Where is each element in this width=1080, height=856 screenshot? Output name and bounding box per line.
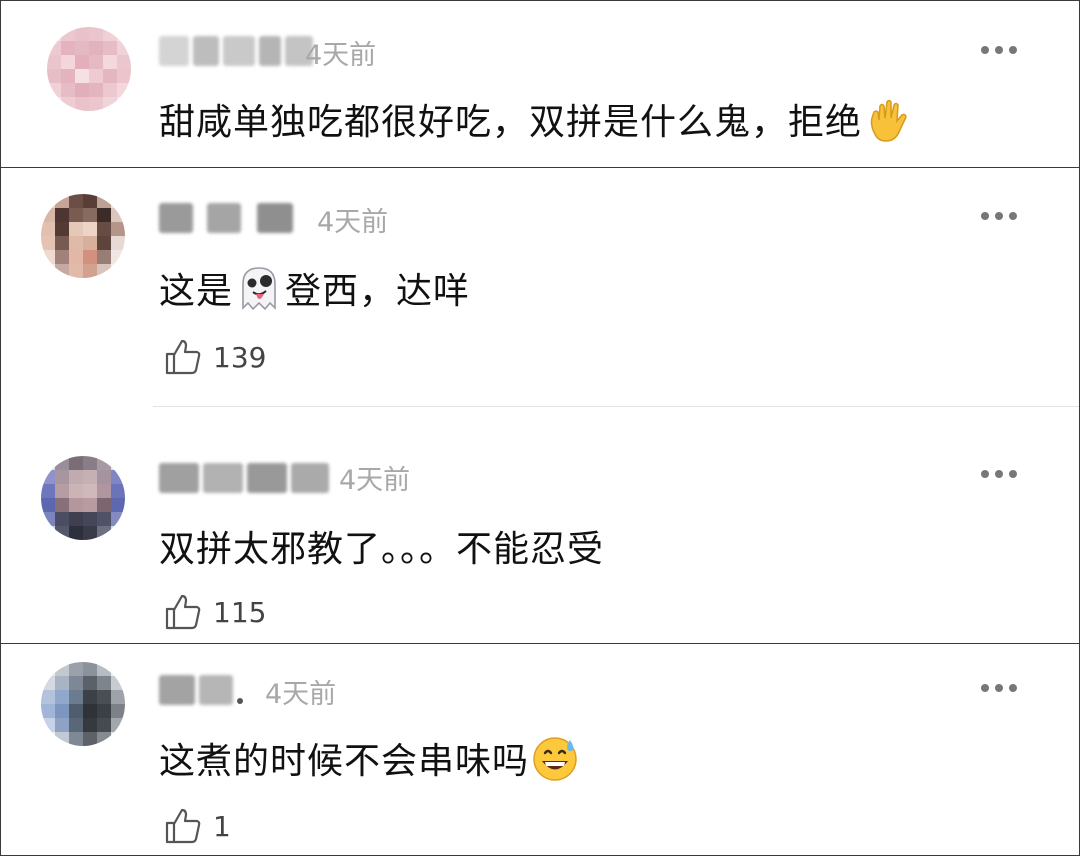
like-button[interactable]: 1 — [163, 806, 231, 846]
comment-item-4: 4天前 这煮的时候不会串味吗 1 — [1, 644, 1079, 855]
more-options-icon[interactable] — [981, 470, 1017, 478]
grinning-sweat-emoji-icon — [529, 734, 581, 793]
like-count: 139 — [213, 340, 267, 374]
comment-feed: 4天前 甜咸单独吃都很好吃，双拼是什么鬼，拒绝 4天前 这是 登西，达咩 139… — [0, 0, 1080, 856]
more-options-icon[interactable] — [981, 684, 1017, 692]
comment-item-3: 4天前 双拼太邪教了。。。不能忍受 115 — [1, 406, 1079, 643]
comment-time: 4天前 — [305, 40, 377, 71]
comment-text-body: 甜咸单独吃都很好吃，双拼是什么鬼，拒绝 — [159, 102, 863, 143]
like-count: 1 — [213, 809, 231, 843]
avatar[interactable] — [41, 194, 125, 278]
avatar[interactable] — [41, 662, 125, 746]
avatar[interactable] — [41, 456, 125, 540]
comment-time: 4天前 — [317, 207, 389, 238]
comment-panel-2: 4天前 这是 登西，达咩 139 4天前 双拼太邪教了。。。不能忍受 115 — [0, 167, 1080, 644]
like-count: 115 — [213, 595, 267, 629]
comment-text: 这煮的时候不会串味吗 — [159, 732, 581, 793]
raised-hand-emoji-icon — [862, 96, 914, 153]
comment-panel-3: 4天前 这煮的时候不会串味吗 1 — [0, 643, 1080, 856]
comment-text: 这是 登西，达咩 — [159, 262, 470, 323]
thumbs-up-icon — [165, 594, 201, 630]
more-options-icon[interactable] — [981, 212, 1017, 220]
like-button[interactable]: 139 — [163, 337, 266, 377]
like-button[interactable]: 115 — [163, 592, 266, 632]
more-options-icon[interactable] — [981, 46, 1017, 54]
username-blurred[interactable] — [159, 33, 313, 69]
comment-panel-1: 4天前 甜咸单独吃都很好吃，双拼是什么鬼，拒绝 — [0, 0, 1080, 168]
avatar[interactable] — [47, 27, 131, 111]
comment-text-before: 这是 — [159, 271, 234, 312]
thumbs-up-icon — [165, 339, 201, 375]
comment-text-body: 这煮的时候不会串味吗 — [159, 741, 530, 782]
comment-item-1: 4天前 甜咸单独吃都很好吃，双拼是什么鬼，拒绝 — [1, 1, 1079, 167]
thumbs-up-icon — [165, 808, 201, 844]
comment-text-after: 登西，达咩 — [285, 271, 471, 312]
comment-text: 甜咸单独吃都很好吃，双拼是什么鬼，拒绝 — [159, 93, 914, 153]
username-blurred[interactable] — [159, 672, 243, 708]
comment-time: 4天前 — [339, 465, 411, 496]
username-blurred[interactable] — [159, 200, 293, 236]
comment-text: 双拼太邪教了。。。不能忍受 — [159, 529, 605, 570]
username-blurred[interactable] — [159, 460, 329, 496]
ghost-tongue-emoji-icon — [233, 264, 285, 323]
comment-time: 4天前 — [265, 679, 337, 710]
comment-item-2: 4天前 这是 登西，达咩 139 — [1, 168, 1079, 406]
